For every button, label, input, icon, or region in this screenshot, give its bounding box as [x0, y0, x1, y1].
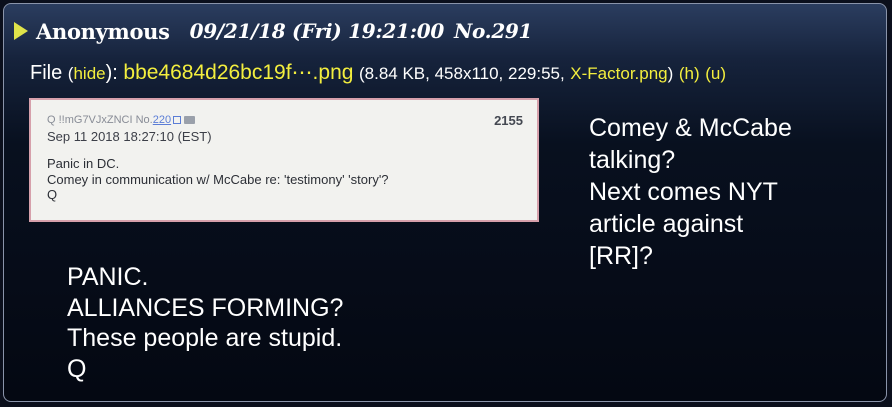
- file-label: File: [30, 62, 63, 84]
- post-number-link[interactable]: No.291: [454, 19, 532, 43]
- thumbnail-post-number: 2155: [494, 113, 523, 128]
- thumbnail-ref-link: 220: [152, 114, 172, 126]
- folder-icon: [184, 116, 196, 125]
- attached-image-thumbnail[interactable]: Q !!mG7VJxZNCI No.220 Sep 11 2018 18:27:…: [29, 98, 539, 222]
- hide-close-paren: ):: [105, 62, 118, 84]
- u-link[interactable]: (u): [705, 64, 726, 83]
- hide-file-link[interactable]: hide: [73, 64, 105, 83]
- post-container: Anonymous 09/21/18 (Fri) 19:21:00 No.291…: [3, 3, 887, 402]
- thumbnail-line-2: Comey in communication w/ McCabe re: 'te…: [47, 171, 389, 187]
- thumbnail-id-line: Q !!mG7VJxZNCI No.220: [47, 114, 196, 126]
- file-details-close: ): [667, 64, 674, 83]
- original-filename-link[interactable]: X-Factor.png: [570, 64, 667, 83]
- post-marker-icon: [14, 22, 28, 40]
- thumbnail-line-3: Q: [47, 187, 58, 202]
- thumbnail-poster-id: Q !!mG7VJxZNCI No.: [47, 114, 153, 126]
- file-name-link[interactable]: bbe4684d26bc19f⋯.png: [123, 61, 353, 84]
- poster-name: Anonymous: [36, 18, 170, 44]
- post-datetime: 09/21/18 (Fri) 19:21:00: [189, 19, 445, 43]
- post-side-text: Comey & McCabe talking? Next comes NYT a…: [589, 114, 792, 270]
- post-body-text: PANIC. ALLIANCES FORMING? These people a…: [67, 263, 344, 383]
- external-link-icon: [173, 116, 182, 125]
- post-header: Anonymous 09/21/18 (Fri) 19:21:00 No.291: [14, 14, 532, 48]
- thumbnail-date: Sep 11 2018 18:27:10 (EST): [47, 129, 212, 144]
- file-details: (8.84 KB, 458x110, 229:55,: [359, 64, 565, 83]
- file-info-line: File (hide): bbe4684d26bc19f⋯.png (8.84 …: [30, 60, 726, 85]
- thumbnail-body: Panic in DC. Comey in communication w/ M…: [47, 156, 389, 203]
- thumbnail-line-1: Panic in DC.: [47, 156, 120, 171]
- h-link[interactable]: (h): [679, 64, 700, 83]
